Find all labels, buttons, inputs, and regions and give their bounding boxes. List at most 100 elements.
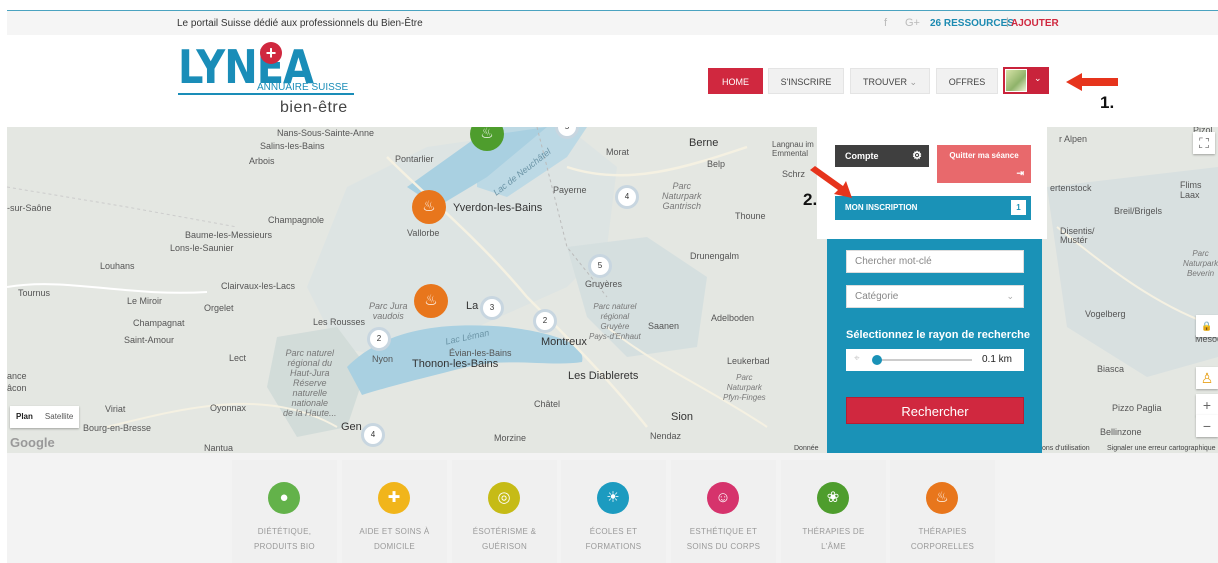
- map-label: Châtel: [534, 399, 561, 409]
- map-label: Baume-les-Messieurs: [185, 230, 273, 240]
- map-cluster-marker[interactable]: 4: [361, 423, 385, 447]
- map-label: Leukerbad: [727, 356, 770, 366]
- map-label: Vogelberg: [1085, 309, 1126, 319]
- first-aid-icon: ✚: [378, 482, 410, 514]
- logo-bien-etre: bien-être: [280, 99, 348, 116]
- top-strip: Le portail Suisse dédié aux professionne…: [7, 10, 1218, 35]
- map-label: âcon: [7, 383, 27, 393]
- nav-offers-button[interactable]: OFFRES: [936, 68, 998, 94]
- map-label: Nantua: [204, 443, 234, 453]
- nav-find-button[interactable]: TROUVER ⌄: [850, 68, 930, 94]
- keyword-search-input[interactable]: Chercher mot-clé: [846, 250, 1024, 273]
- zoom-out-button[interactable]: −: [1196, 415, 1218, 437]
- map-label: Nyon: [372, 354, 394, 364]
- map-tab-plan[interactable]: Plan: [10, 406, 39, 428]
- map-terms-link[interactable]: ons d'utilisation: [1042, 445, 1090, 452]
- map-label: Parc naturel régional du Haut-Jura Réser…: [283, 348, 337, 418]
- category-label: ÉCOLES ET FORMATIONS: [585, 527, 642, 551]
- radius-label: Sélectionnez le rayon de recherche: [846, 329, 1031, 341]
- category-tile[interactable]: ✚ AIDE ET SOINS À DOMICILE: [342, 460, 447, 563]
- map-label: Thoune: [735, 211, 766, 221]
- gear-icon: ⚙: [912, 150, 922, 162]
- map-label: -sur-Saône: [7, 203, 52, 213]
- map-label: Champagnole: [268, 215, 325, 225]
- category-tile[interactable]: ❀ THÉRAPIES DE L'ÂME: [781, 460, 886, 563]
- map-label: Disentis/ Mustér: [1060, 226, 1095, 245]
- map-label: Montreux: [541, 336, 587, 348]
- slider-handle[interactable]: [872, 355, 882, 365]
- category-label: THÉRAPIES DE L'ÂME: [802, 527, 865, 551]
- fullscreen-icon[interactable]: ⛶: [1193, 132, 1215, 154]
- category-tile[interactable]: ◎ ÉSOTÉRISME & GUÉRISON: [452, 460, 557, 563]
- map-tab-satellite[interactable]: Satellite: [39, 406, 79, 428]
- map-label: Saanen: [648, 321, 680, 331]
- add-link[interactable]: AJOUTER: [1011, 18, 1059, 29]
- category-select[interactable]: Catégorie ⌄: [846, 285, 1024, 308]
- map-cluster-marker[interactable]: 2: [533, 309, 557, 333]
- category-tile[interactable]: ☀ ÉCOLES ET FORMATIONS: [561, 460, 666, 563]
- map-label: Parc Naturpark Gantrisch: [662, 181, 702, 211]
- nav-signup-button[interactable]: S'INSCRIRE: [768, 68, 844, 94]
- search-button[interactable]: Rechercher: [846, 397, 1024, 424]
- map-label: Clairvaux-les-Lacs: [221, 281, 296, 291]
- annotation-step-2: 2.: [803, 190, 818, 209]
- map-label: Oyonnax: [210, 403, 247, 413]
- my-registration-button[interactable]: MON INSCRIPTION 1: [835, 196, 1031, 220]
- map-cluster-marker[interactable]: 3: [480, 296, 504, 320]
- nav-home-button[interactable]: HOME: [708, 68, 763, 94]
- lotus-icon: ❀: [817, 482, 849, 514]
- map-label: Gen: [341, 421, 362, 433]
- account-button[interactable]: Compte ⚙: [835, 145, 929, 167]
- map-cluster-marker[interactable]: 4: [615, 185, 639, 209]
- therapy-marker-icon[interactable]: ♨: [412, 190, 446, 224]
- map-report-link[interactable]: Signaler une erreur cartographique: [1107, 445, 1216, 452]
- annotation-step-1: 1.: [1100, 93, 1115, 112]
- lock-icon[interactable]: 🔒: [1196, 315, 1218, 337]
- chevron-down-icon: ⌄: [909, 77, 918, 87]
- map-label: Berne: [689, 137, 719, 149]
- category-tile[interactable]: ☺ ESTHÉTIQUE ET SOINS DU CORPS: [671, 460, 776, 563]
- map-label: Orgelet: [204, 303, 234, 313]
- map-type-tabs: Plan Satellite: [10, 406, 80, 428]
- map-label: Morat: [606, 147, 630, 157]
- map-label: Lons-le-Saunier: [170, 243, 234, 253]
- map-label: Payerne: [553, 185, 587, 195]
- map-label: Champagnat: [133, 318, 185, 328]
- lightbulb-icon: ☀: [597, 482, 629, 514]
- account-label: Compte: [845, 151, 879, 161]
- category-tile[interactable]: ● DIÉTÉTIQUE, PRODUITS BIO: [232, 460, 337, 563]
- therapy-marker-icon[interactable]: ♨: [414, 284, 448, 318]
- chevron-down-icon: ⌄: [1034, 73, 1042, 83]
- map-label: Saint-Amour: [124, 335, 175, 345]
- google-plus-icon[interactable]: G+: [905, 17, 920, 29]
- facebook-icon[interactable]: f: [884, 17, 887, 29]
- slider-track[interactable]: [874, 359, 972, 361]
- map-label: Schrz: [782, 169, 806, 179]
- map-label: Nans-Sous-Sainte-Anne: [277, 128, 375, 138]
- logo-cross-icon: +: [260, 42, 282, 64]
- separator: |: [1006, 17, 1009, 28]
- map-cluster-marker[interactable]: 2: [367, 327, 391, 351]
- map-label: Tournus: [18, 288, 51, 298]
- map-cluster-marker[interactable]: 5: [588, 254, 612, 278]
- pegman-icon[interactable]: ♙: [1196, 367, 1218, 389]
- resources-link[interactable]: 26 RESSOURCES: [930, 18, 1014, 29]
- map-label: Belp: [707, 159, 726, 169]
- logout-button[interactable]: Quitter ma séance ⇥: [937, 145, 1031, 183]
- tagline: Le portail Suisse dédié aux professionne…: [177, 18, 423, 29]
- category-tile[interactable]: ♨ THÉRAPIES CORPORELLES: [890, 460, 995, 563]
- map-label: Pontarlier: [395, 154, 434, 164]
- map-label: Parc naturel régional Gruyère Pays-d'Enh…: [589, 302, 641, 341]
- logo-subtitle: ANNUAIRE SUISSE: [257, 82, 349, 93]
- radius-slider[interactable]: ⌖ 0.1 km: [846, 349, 1024, 371]
- map-label: Langnau im Emmental: [772, 140, 814, 158]
- category-bar: ● DIÉTÉTIQUE, PRODUITS BIO ✚ AIDE ET SOINS …: [7, 453, 1218, 563]
- map-label: Les Rousses: [313, 317, 366, 327]
- map-label: Morzine: [494, 433, 527, 443]
- face-icon: ☺: [707, 482, 739, 514]
- map-label: Le Miroir: [127, 296, 163, 306]
- user-menu-button[interactable]: ⌄: [1003, 67, 1049, 94]
- map-label: Parc Jura vaudois: [369, 301, 408, 321]
- map-label: r Alpen: [1059, 134, 1088, 144]
- zoom-in-button[interactable]: +: [1196, 394, 1218, 416]
